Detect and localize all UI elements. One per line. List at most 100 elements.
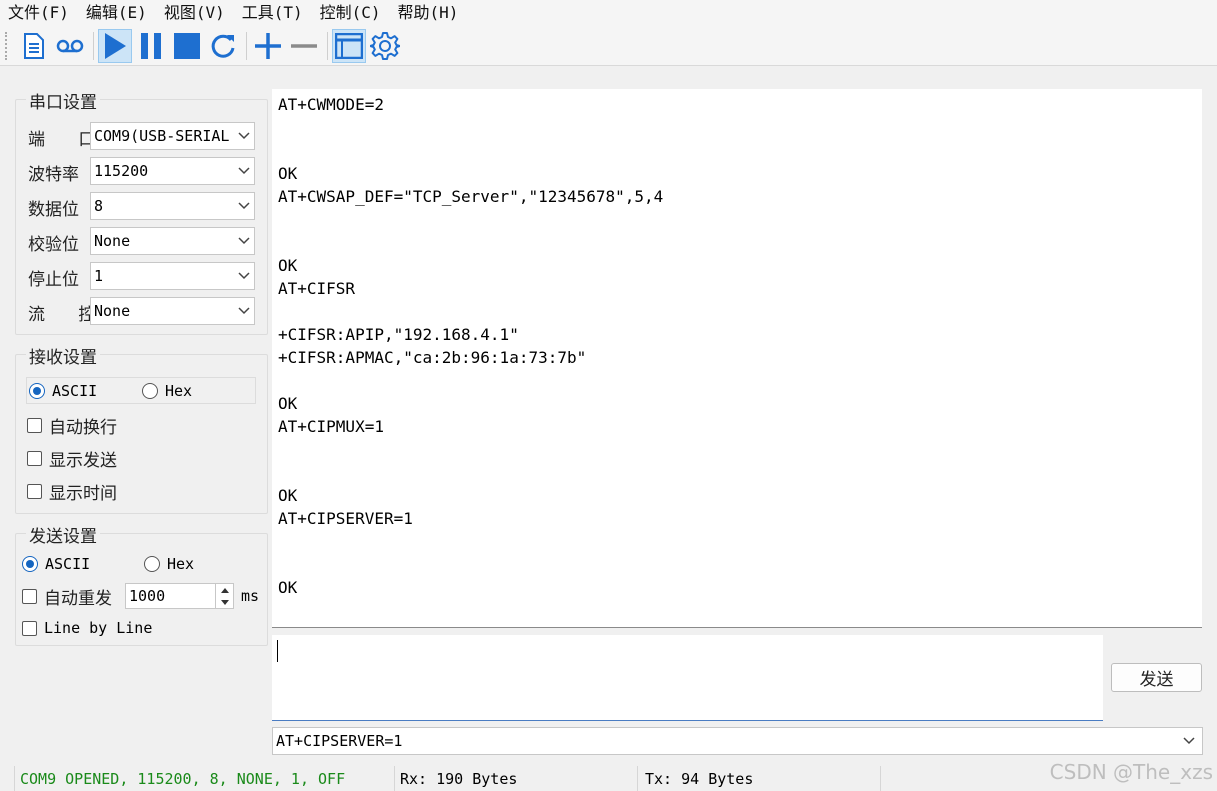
radio-selected-icon (29, 383, 45, 399)
window-button[interactable] (332, 28, 366, 63)
play-icon (105, 32, 126, 59)
menu-help[interactable]: 帮助(H) (390, 0, 468, 26)
toolbar-separator (93, 31, 94, 60)
flow-select-value: None (94, 302, 131, 320)
stopbits-select[interactable]: 1 (90, 262, 255, 290)
checkbox-icon (22, 589, 37, 604)
checkbox-icon (27, 451, 42, 466)
new-file-button[interactable] (17, 29, 51, 63)
show-send-checkbox[interactable]: 显示发送 (27, 446, 117, 471)
remove-button[interactable] (287, 29, 321, 63)
receive-text-area[interactable]: AT+CWMODE=2 OK AT+CWSAP_DEF="TCP_Server"… (272, 89, 1202, 628)
menu-file[interactable]: 文件(F) (0, 0, 78, 26)
checkbox-icon (27, 418, 42, 433)
send-ascii-label: ASCII (45, 555, 91, 573)
databits-select-value: 8 (94, 197, 104, 215)
stopbits-select-value: 1 (94, 267, 104, 285)
send-text-input[interactable] (272, 635, 1103, 721)
receive-hex-label: Hex (165, 382, 193, 400)
menu-tools[interactable]: 工具(T) (234, 0, 312, 26)
port-select-value: COM9(USB-SERIAL (94, 127, 230, 145)
add-button[interactable] (251, 29, 285, 63)
record-button[interactable] (53, 29, 87, 63)
auto-wrap-label: 自动换行 (49, 418, 117, 438)
send-button[interactable]: 发送 (1111, 663, 1202, 692)
send-settings-title: 发送设置 (26, 522, 100, 547)
spin-up-icon (220, 587, 229, 593)
send-hex-label: Hex (167, 555, 195, 573)
tx-counter: Tx: 94 Bytes (637, 766, 880, 791)
resend-interval-spinbox[interactable]: 1000 (125, 583, 234, 609)
checkbox-icon (22, 620, 37, 636)
refresh-button[interactable] (206, 29, 240, 63)
receive-settings-title: 接收设置 (26, 343, 100, 368)
send-history-value: AT+CIPSERVER=1 (276, 732, 403, 750)
minus-icon (291, 43, 317, 48)
send-history-select[interactable]: AT+CIPSERVER=1 (272, 727, 1203, 755)
status-bar: COM9 OPENED, 115200, 8, NONE, 1, OFF Rx:… (0, 766, 1217, 791)
baud-select-value: 115200 (94, 162, 149, 180)
receive-ascii-radio[interactable]: ASCII (29, 382, 97, 400)
rx-counter: Rx: 190 Bytes (394, 766, 637, 791)
auto-wrap-checkbox[interactable]: 自动换行 (27, 413, 117, 438)
toolbar-separator (246, 31, 247, 60)
serial-settings-title: 串口设置 (26, 88, 100, 113)
stopbits-label: 停止位 (28, 270, 79, 290)
refresh-icon (211, 34, 235, 58)
parity-select[interactable]: None (90, 227, 255, 255)
chevron-down-icon (234, 228, 254, 254)
toolbar (0, 26, 1217, 66)
toolbar-separator (327, 31, 328, 60)
baud-select[interactable]: 115200 (90, 157, 255, 185)
radio-selected-icon (22, 556, 38, 572)
receive-ascii-label: ASCII (52, 382, 98, 400)
line-by-line-label: Line by Line (44, 619, 153, 637)
interval-unit-label: ms (241, 587, 260, 605)
port-select[interactable]: COM9(USB-SERIAL (90, 122, 255, 150)
window-icon (335, 32, 363, 59)
stop-icon (174, 32, 200, 59)
radio-icon (142, 383, 158, 399)
checkbox-icon (27, 484, 42, 499)
show-send-label: 显示发送 (49, 451, 117, 471)
auto-resend-checkbox[interactable]: 自动重发 (22, 584, 112, 609)
pause-icon (141, 32, 161, 59)
resend-interval-value: 1000 (129, 587, 166, 605)
receive-hex-radio[interactable]: Hex (142, 382, 192, 400)
menu-bar: 文件(F) 编辑(E) 视图(V) 工具(T) 控制(C) 帮助(H) (0, 0, 1217, 26)
show-time-label: 显示时间 (49, 484, 117, 504)
parity-label: 校验位 (28, 235, 79, 255)
spin-down-icon (220, 599, 229, 605)
menu-edit[interactable]: 编辑(E) (78, 0, 156, 26)
stop-button[interactable] (170, 29, 204, 63)
pause-button[interactable] (134, 29, 168, 63)
plus-icon (255, 32, 281, 59)
baud-label: 波特率 (28, 165, 79, 185)
databits-select[interactable]: 8 (90, 192, 255, 220)
chevron-down-icon (234, 298, 254, 324)
chevron-down-icon (234, 123, 254, 149)
databits-label: 数据位 (28, 200, 79, 220)
spin-buttons[interactable] (215, 584, 233, 608)
auto-resend-label: 自动重发 (44, 589, 112, 609)
menu-view[interactable]: 视图(V) (156, 0, 234, 26)
port-status: COM9 OPENED, 115200, 8, NONE, 1, OFF (14, 766, 394, 791)
chevron-down-icon (234, 263, 254, 289)
toolbar-grip[interactable] (5, 31, 9, 60)
chevron-down-icon (234, 193, 254, 219)
record-icon (56, 39, 84, 52)
chevron-down-icon (234, 158, 254, 184)
send-ascii-radio[interactable]: ASCII (22, 555, 90, 573)
text-caret (277, 640, 278, 662)
radio-icon (144, 556, 160, 572)
settings-gear-icon (370, 31, 400, 60)
show-time-checkbox[interactable]: 显示时间 (27, 479, 117, 504)
new-file-icon (24, 32, 44, 59)
line-by-line-checkbox[interactable]: Line by Line (22, 619, 152, 637)
send-hex-radio[interactable]: Hex (144, 555, 194, 573)
play-button[interactable] (98, 28, 132, 63)
menu-control[interactable]: 控制(C) (312, 0, 390, 26)
parity-select-value: None (94, 232, 131, 250)
flow-select[interactable]: None (90, 297, 255, 325)
settings-button[interactable] (368, 29, 402, 63)
